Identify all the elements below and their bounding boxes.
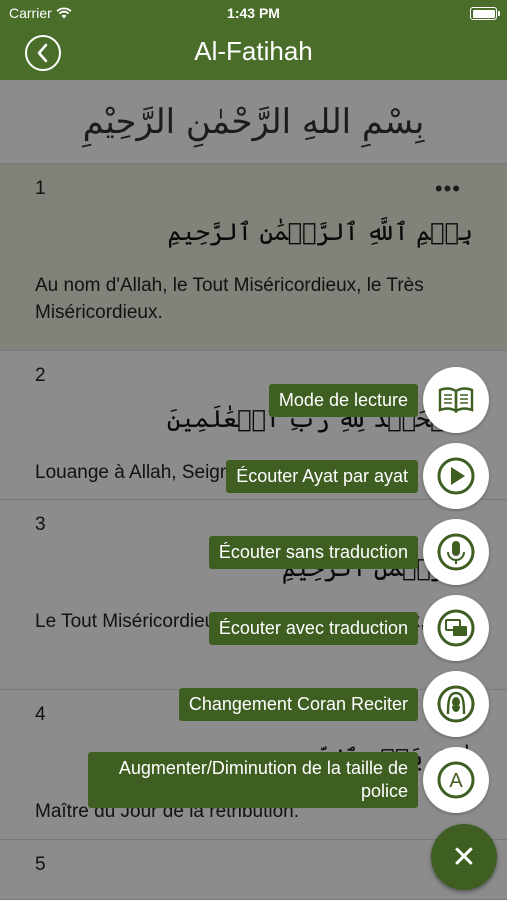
fab-font-size[interactable]: Augmenter/Diminution de la taille de pol… <box>88 747 489 813</box>
fab-listen-ayah-by-ayah[interactable]: Écouter Ayat par ayat <box>226 443 489 509</box>
reciter-icon[interactable] <box>423 671 489 737</box>
fab-label: Écouter avec traduction <box>208 611 418 645</box>
fab-listen-with-translation[interactable]: Écouter avec traduction <box>208 595 489 661</box>
fab-label: Écouter sans traduction <box>208 535 418 569</box>
book-icon[interactable] <box>423 367 489 433</box>
play-icon[interactable] <box>423 443 489 509</box>
fab-listen-without-translation[interactable]: Écouter sans traduction <box>208 519 489 585</box>
fab-label: Écouter Ayat par ayat <box>226 459 418 493</box>
status-time: 1:43 PM <box>227 5 280 21</box>
fab-reading-mode[interactable]: Mode de lecture <box>268 367 489 433</box>
font-size-icon[interactable]: A <box>423 747 489 813</box>
battery-icon <box>470 7 500 20</box>
navigation-bar: Al-Fatihah <box>0 26 507 80</box>
fab-label: Mode de lecture <box>268 383 418 417</box>
chat-bubbles-icon[interactable] <box>423 595 489 661</box>
close-menu-button[interactable]: ✕ <box>431 824 497 890</box>
svg-text:A: A <box>449 770 463 792</box>
status-bar: Carrier 1:43 PM <box>0 0 507 26</box>
page-title: Al-Fatihah <box>194 36 313 66</box>
close-icon: ✕ <box>451 840 477 874</box>
fab-label: Changement Coran Reciter <box>178 687 418 721</box>
fab-label: Augmenter/Diminution de la taille de pol… <box>88 752 418 808</box>
microphone-icon[interactable] <box>423 519 489 585</box>
fab-change-reciter[interactable]: Changement Coran Reciter <box>178 671 489 737</box>
